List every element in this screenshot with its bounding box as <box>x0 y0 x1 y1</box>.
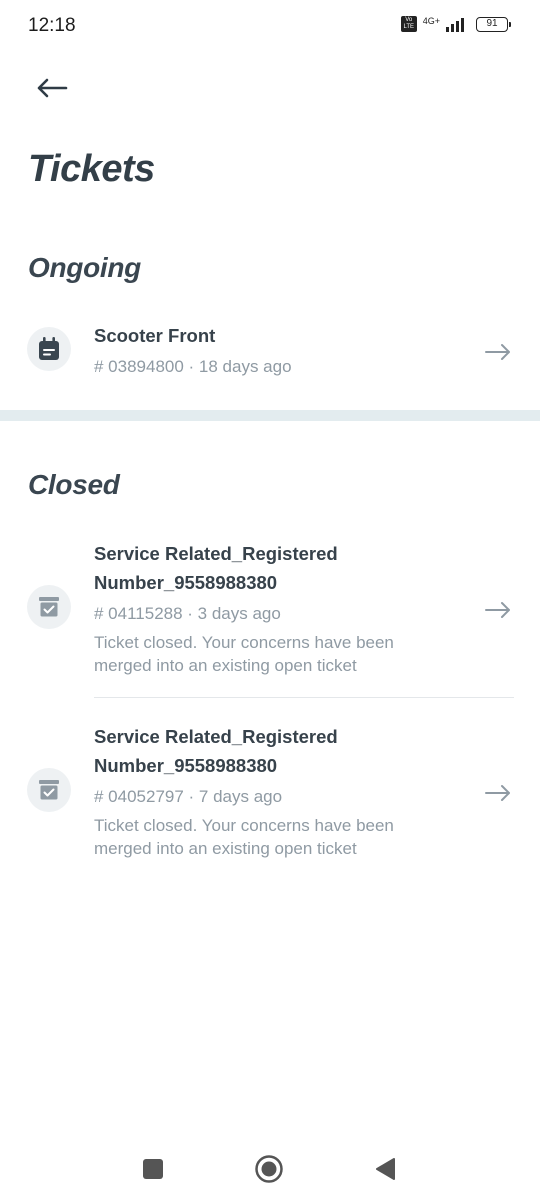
ticket-title: Service Related_Registered Number_955898… <box>94 722 474 780</box>
ticket-meta: # 03894800 · 18 days ago <box>94 357 292 376</box>
ticket-title-line: Service Related_Registered <box>94 543 338 564</box>
ticket-description-line: merged into an existing open ticket <box>94 656 357 675</box>
square-icon <box>143 1159 163 1179</box>
ticket-body: Scooter Front # 03894800 · 18 days ago <box>94 321 474 380</box>
arrow-left-icon <box>37 78 68 98</box>
archive-check-icon <box>39 780 59 800</box>
circle-home-icon <box>255 1155 283 1183</box>
ticket-description: Ticket closed. Your concerns have been m… <box>94 814 474 860</box>
ticket-body: Service Related_Registered Number_955898… <box>94 722 474 860</box>
battery-level: 91 <box>486 17 498 29</box>
arrow-right-icon <box>485 344 510 360</box>
network-type: 4G+ <box>422 15 440 26</box>
volte-icon: Vo LTE <box>400 16 417 32</box>
triangle-back-icon <box>376 1158 395 1180</box>
home-button[interactable] <box>254 1154 284 1184</box>
ticket-title: Service Related_Registered Number_955898… <box>94 539 474 597</box>
status-bar: 12:18 Vo LTE 4G+ 91 <box>0 0 540 52</box>
archive-check-icon <box>39 597 59 617</box>
ticket-icon <box>27 327 71 371</box>
ticket-description-line: Ticket closed. Your concerns have been <box>94 816 394 835</box>
system-nav-bar <box>0 1140 540 1200</box>
section-title-ongoing: Ongoing <box>28 252 141 283</box>
ticket-meta: # 04115288 · 3 days ago <box>94 604 281 623</box>
row-divider <box>94 697 514 698</box>
back-button[interactable] <box>30 70 74 106</box>
ticket-description-line: Ticket closed. Your concerns have been <box>94 633 394 652</box>
section-title-closed: Closed <box>28 469 120 500</box>
recents-button[interactable] <box>138 1154 168 1184</box>
arrow-right-icon <box>485 602 510 618</box>
ticket-title: Scooter Front <box>94 325 216 346</box>
status-time: 12:18 <box>28 15 76 36</box>
ticket-row-closed-1[interactable]: Service Related_Registered Number_955898… <box>0 719 540 869</box>
ticket-row-closed-0[interactable]: Service Related_Registered Number_955898… <box>0 536 540 686</box>
battery-icon: 91 <box>476 16 511 32</box>
system-back-button[interactable] <box>370 1154 400 1184</box>
ticket-title-line: Number_9558988380 <box>94 572 278 593</box>
ticket-title-line: Service Related_Registered <box>94 726 338 747</box>
ticket-title-line: Number_9558988380 <box>94 755 278 776</box>
ticket-icon <box>27 585 71 629</box>
ticket-icon <box>27 768 71 812</box>
ticket-body: Service Related_Registered Number_955898… <box>94 539 474 677</box>
section-divider <box>0 410 540 421</box>
signal-icon <box>446 16 464 32</box>
status-indicators: Vo LTE 4G+ 91 <box>400 15 511 32</box>
ticket-row-ongoing-0[interactable]: Scooter Front # 03894800 · 18 days ago <box>0 316 540 388</box>
arrow-right-icon <box>485 785 510 801</box>
page-title: Tickets <box>28 148 155 190</box>
calendar-icon <box>39 337 59 360</box>
ticket-description: Ticket closed. Your concerns have been m… <box>94 631 474 677</box>
ticket-meta: # 04052797 · 7 days ago <box>94 787 283 806</box>
ticket-description-line: merged into an existing open ticket <box>94 839 357 858</box>
